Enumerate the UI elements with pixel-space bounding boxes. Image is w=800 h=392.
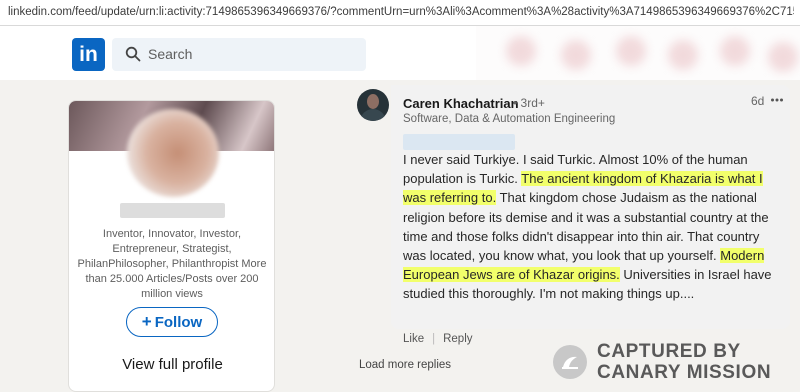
browser-url-bar[interactable]: linkedin.com/feed/update/urn:li:activity… [0,0,800,26]
search-icon [125,46,141,62]
follow-label: Follow [154,314,203,331]
comment-actions: Like | Reply [403,333,473,345]
like-button[interactable]: Like [403,333,424,345]
comment-author[interactable]: Caren Khachatrian [403,96,519,111]
comment-time: 6d [751,94,765,108]
url-text[interactable]: linkedin.com/feed/update/urn:li:activity… [8,6,794,18]
profile-avatar[interactable] [127,109,219,197]
action-separator: | [432,333,436,345]
linkedin-logo-icon[interactable]: in [72,38,105,71]
search-input[interactable]: Search [112,38,366,71]
comment-text: I never said Turkiye. I said Turkic. Alm… [403,150,785,304]
profile-headline: Inventor, Innovator, Investor, Entrepren… [77,228,267,300]
more-options-icon[interactable] [770,94,784,106]
redacted-mention [403,134,515,150]
canary-logo-icon [553,345,587,379]
author-occupation: Software, Data & Automation Engineering [403,113,616,125]
plus-icon: + [141,312,152,331]
search-placeholder: Search [148,46,193,62]
view-full-profile-link[interactable]: View full profile [69,356,274,373]
redacted-profile-name [120,203,225,218]
top-navigation: in Search [0,26,800,80]
connection-degree: • 3rd+ [513,96,545,110]
comment-bubble: Caren Khachatrian • 3rd+ 6d Software, Da… [391,85,790,329]
watermark-line-1: CAPTURED BY [597,341,741,362]
profile-card: Inventor, Innovator, Investor, Entrepren… [68,100,275,392]
commenter-avatar[interactable] [357,89,389,121]
reply-button[interactable]: Reply [443,333,472,345]
blurred-nav-icons [476,26,800,80]
follow-button[interactable]: + Follow [126,307,218,337]
watermark-line-2: CANARY MISSION [597,362,772,383]
canary-mission-watermark: CAPTURED BY CANARY MISSION [553,341,779,383]
load-more-replies-button[interactable]: Load more replies [359,359,451,371]
watermark-text: CAPTURED BY CANARY MISSION [597,341,771,383]
